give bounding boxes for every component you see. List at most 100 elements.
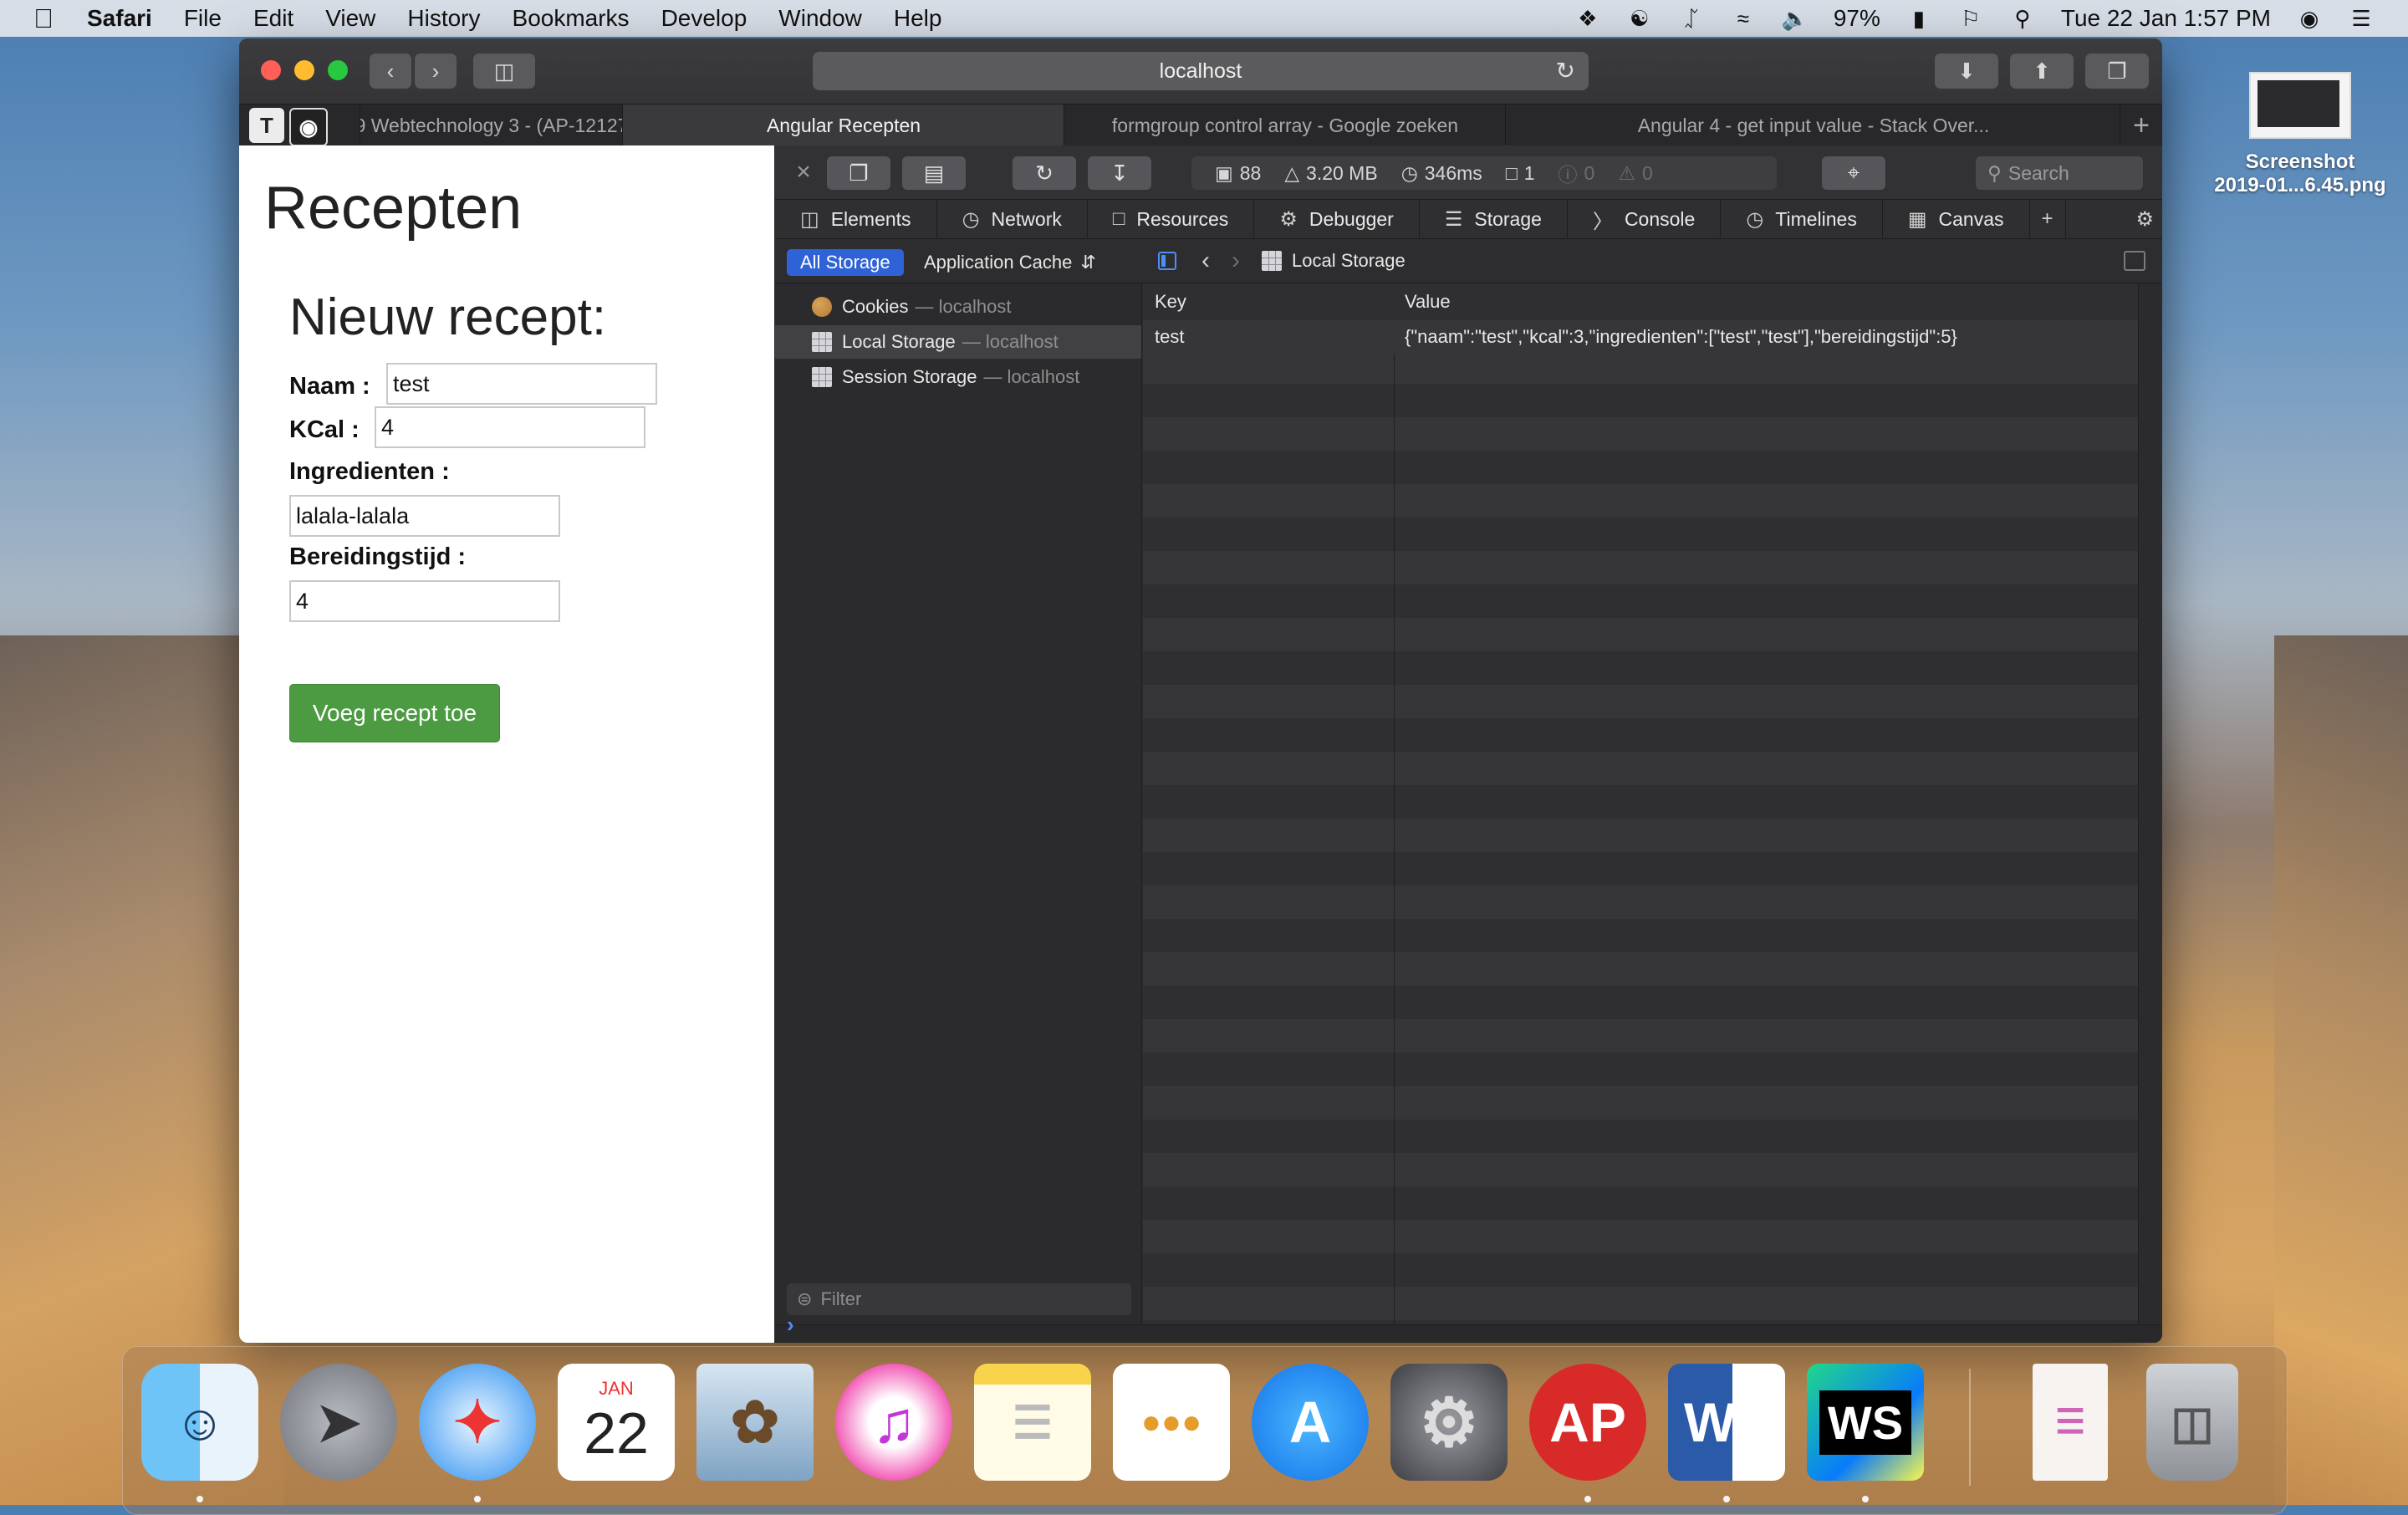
document-icon[interactable]: ☰ [2033,1364,2108,1481]
tab-console[interactable]: 〉 Console [1568,200,1722,238]
ingredienten-input[interactable]: lalala-lalala [289,495,560,537]
menu-help[interactable]: Help [894,5,942,32]
notes-icon[interactable]: ☰ [974,1364,1091,1481]
webstorm-icon[interactable]: WS [1807,1364,1924,1481]
accessibility-icon[interactable]: ☯ [1626,5,1653,32]
word-icon[interactable]: W [1668,1364,1785,1481]
quick-console[interactable]: › [775,1312,2162,1343]
volume-icon[interactable]: 🔈 [1782,5,1809,32]
apple-icon[interactable]:  [33,4,59,33]
menu-clock[interactable]: Tue 22 Jan 1:57 PM [2061,5,2271,32]
pinned-t-icon: T [260,112,273,138]
forward-chevron-icon[interactable]: › [1232,247,1240,275]
dock-bottom-button[interactable]: ▤ [902,156,966,190]
tab-elements[interactable]: ◫ Elements [775,200,937,238]
breadcrumb-local-storage[interactable]: Local Storage [1292,250,1406,272]
tab-webtechnology[interactable]: 18-19 Webtechnology 3 - (AP-121276):... [360,105,623,146]
bluetooth-icon[interactable]: ᛢ [1678,5,1705,32]
download-archive-button[interactable]: ↧ [1088,156,1151,190]
menu-window[interactable]: Window [778,5,862,32]
sidebar-toggle-button[interactable]: ◫ [473,54,535,89]
pinned-tab-github[interactable]: ◉ [289,108,328,146]
trash-icon[interactable]: ◫ [2146,1364,2238,1481]
zoom-window-button[interactable] [328,60,348,80]
details-sidebar-icon[interactable] [2124,251,2145,271]
tab-debugger[interactable]: ⚙ Debugger [1254,200,1420,238]
naam-input[interactable]: test [386,363,657,405]
desktop-screenshot-file[interactable]: Screenshot 2019-01...6.45.png [2204,72,2396,197]
application-cache-selector[interactable]: Application Cache ⇵ [924,249,1096,276]
notification-center-icon[interactable]: ☰ [2348,5,2375,32]
launchpad-icon[interactable]: ➤ [280,1364,397,1481]
reload-page-button[interactable]: ↻ [1013,156,1076,190]
menu-develop[interactable]: Develop [661,5,747,32]
new-tab-button[interactable]: + [2120,105,2162,146]
forward-button[interactable]: › [415,54,457,89]
menu-view[interactable]: View [325,5,375,32]
mail-icon[interactable]: ✿ [696,1364,814,1481]
address-bar[interactable]: localhost ↻ [813,52,1589,90]
close-inspector-icon[interactable]: × [788,157,819,187]
all-storage-button[interactable]: All Storage [787,249,904,276]
battery-icon[interactable]: ▮ [1905,5,1932,32]
dropbox-icon[interactable]: ❖ [1574,5,1601,32]
reminders-icon[interactable]: ●●● [1113,1364,1230,1481]
spotlight-search-icon[interactable]: ⚲ [2009,5,2036,32]
add-tab-button[interactable]: + [2030,200,2066,238]
downloads-button[interactable]: ⬇ [1935,54,1998,89]
tab-formgroup-google[interactable]: formgroup control array - Google zoeken [1064,105,1506,146]
log-count[interactable]: □ 1 [1506,162,1535,185]
kcal-input[interactable]: 4 [375,406,645,448]
sidebar-item-cookies[interactable]: Cookies — localhost [775,290,1141,324]
column-header-value[interactable]: Value [1405,291,1451,313]
tab-resources[interactable]: □ Resources [1088,200,1255,238]
element-picker-button[interactable]: ⌖ [1822,156,1885,190]
system-preferences-icon[interactable]: ⚙ [1390,1364,1508,1481]
column-header-key[interactable]: Key [1155,291,1186,313]
table-row[interactable]: test {"naam":"test","kcal":3,"ingredient… [1143,320,2138,354]
minimize-window-button[interactable] [294,60,314,80]
detach-inspector-button[interactable]: ❐ [827,156,890,190]
share-button[interactable]: ⬆ [2010,54,2074,89]
pinned-tab-t[interactable]: T [249,108,284,143]
tab-angular-recepten[interactable]: Angular Recepten [622,105,1064,146]
show-all-tabs-button[interactable]: ❐ [2085,54,2149,89]
tab-storage[interactable]: ☰ Storage [1420,200,1568,238]
sidebar-item-session-storage[interactable]: Session Storage — localhost [775,360,1141,394]
resource-count[interactable]: ▣ 88 [1215,162,1261,185]
error-count[interactable]: ⓘ 0 [1559,159,1595,187]
battery-percent[interactable]: 97% [1834,5,1880,32]
menu-bookmarks[interactable]: Bookmarks [513,5,630,32]
sidebar-item-local-storage[interactable]: Local Storage — localhost [775,325,1141,359]
tab-network[interactable]: ◷ Network [937,200,1088,238]
calendar-icon[interactable]: JAN 22 [558,1364,675,1481]
itunes-icon[interactable]: ♫ [835,1364,952,1481]
back-chevron-icon[interactable]: ‹ [1201,247,1210,275]
menu-edit[interactable]: Edit [253,5,293,32]
add-recipe-button[interactable]: Voeg recept toe [289,684,500,742]
back-button[interactable]: ‹ [370,54,411,89]
warning-count[interactable]: ⚠ 0 [1618,162,1652,185]
siri-icon[interactable]: ◉ [2296,5,2323,32]
app-store-icon[interactable]: A [1252,1364,1369,1481]
tab-stackoverflow[interactable]: Angular 4 - get input value - Stack Over… [1505,105,2121,146]
inspector-settings-button[interactable]: ⚙ [2127,200,2162,238]
close-window-button[interactable] [261,60,281,80]
menu-history[interactable]: History [407,5,480,32]
resource-size[interactable]: △ 3.20 MB [1284,162,1377,185]
bereidingstijd-input[interactable]: 4 [289,580,560,622]
navigation-sidebar-icon[interactable] [1158,252,1176,270]
finder-icon[interactable]: ☺ [141,1364,258,1481]
load-time[interactable]: ◷ 346ms [1401,162,1482,185]
tab-timelines[interactable]: ◷ Timelines [1721,200,1883,238]
tab-canvas[interactable]: ▦ Canvas [1883,200,2030,238]
input-source-flag-icon[interactable]: ⚐ [1957,5,1984,32]
reload-icon[interactable]: ↻ [1556,57,1575,84]
menu-app-name[interactable]: Safari [87,5,152,32]
menu-file[interactable]: File [184,5,222,32]
inspector-search-field[interactable]: ⚲ Search [1976,156,2143,190]
wifi-icon[interactable]: ≈ [1730,5,1757,32]
ap-icon[interactable]: AP [1529,1364,1646,1481]
safari-icon[interactable]: ✦ [419,1364,536,1481]
sidebar-filter-input[interactable]: ⊜ Filter [787,1283,1131,1315]
